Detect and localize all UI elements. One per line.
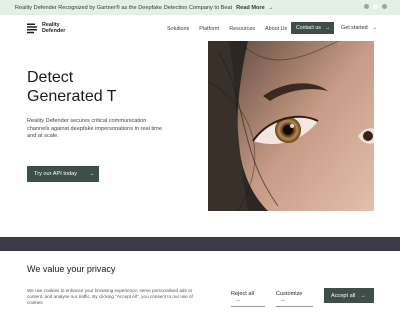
banner-dot-3[interactable] — [382, 4, 387, 9]
read-more-link[interactable]: Read More — [236, 5, 265, 11]
contact-us-label: Contact us — [296, 25, 321, 31]
try-api-label: Try our API today — [34, 171, 78, 177]
nav-item-solutions[interactable]: Solutions — [167, 26, 189, 32]
accept-all-button[interactable]: Accept all → — [324, 288, 374, 303]
nav-item-platform[interactable]: Platform — [199, 26, 219, 32]
announcement-banner: Reality Defender Recognized by Gartner® … — [0, 0, 400, 15]
arrow-right-icon: → — [372, 25, 378, 31]
customize-button[interactable]: Customize → — [276, 291, 313, 307]
hero-description: Reality Defender secures critical commun… — [27, 118, 162, 139]
nav-item-resources[interactable]: Resources — [229, 26, 255, 32]
hero-title-line-1: Detect — [27, 69, 74, 86]
cookie-text: We use cookies to enhance your browsing … — [27, 288, 193, 305]
arrow-right-icon: → — [89, 171, 95, 177]
cookie-consent-panel: We value your privacy We use cookies to … — [0, 251, 400, 320]
contact-us-button[interactable]: Contact us → — [291, 22, 334, 34]
get-started-link[interactable]: Get started → — [341, 25, 378, 31]
cookie-title: We value your privacy — [27, 264, 116, 274]
hero-title: Detect Generated T — [27, 68, 117, 106]
nav-item-about-us[interactable]: About Us — [265, 26, 287, 32]
hero-face-image — [208, 41, 374, 211]
nav-links: Solutions Platform Resources About Us — [167, 26, 297, 32]
hero-title-line-2: Generated T — [27, 88, 117, 105]
banner-dot-1[interactable] — [364, 4, 369, 9]
reject-all-button[interactable]: Reject all → — [231, 291, 265, 307]
logo-line-2: Defender — [42, 28, 66, 34]
banner-text: Reality Defender Recognized by Gartner® … — [15, 4, 233, 11]
banner-pagination — [364, 4, 387, 9]
arrow-right-icon: → — [360, 292, 366, 299]
arrow-right-icon: → — [280, 297, 286, 303]
logo-mark-icon — [27, 23, 37, 33]
get-started-label: Get started — [341, 25, 368, 31]
logo[interactable]: Reality Defender — [27, 22, 65, 34]
arrow-right-icon: → — [267, 4, 274, 11]
arrow-right-icon: → — [235, 297, 241, 303]
arrow-right-icon: → — [324, 25, 330, 31]
accept-all-label: Accept all — [331, 292, 356, 299]
try-api-button[interactable]: Try our API today → — [27, 166, 99, 182]
banner-dot-2[interactable] — [373, 4, 378, 9]
